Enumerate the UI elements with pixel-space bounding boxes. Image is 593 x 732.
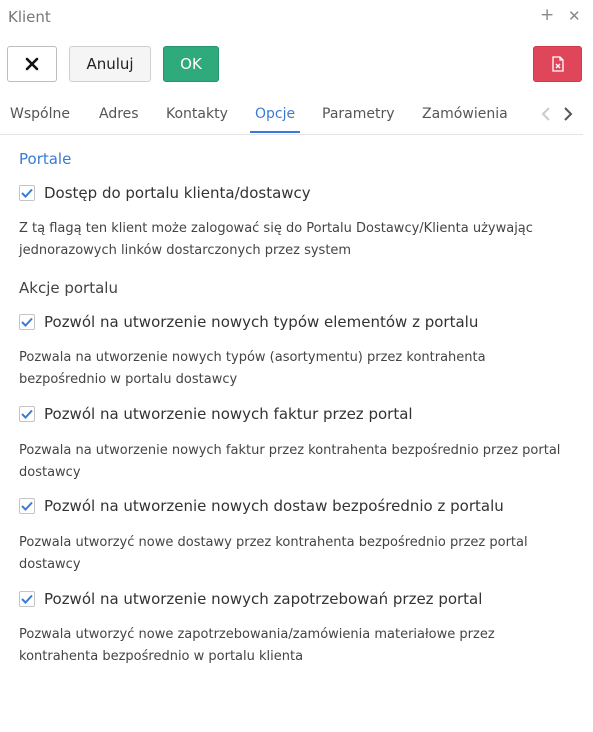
portal-access-description: Z tą flagą ten klient może zalogować się… (19, 221, 533, 258)
active-tab-indicator (250, 131, 300, 133)
window-title: Klient (8, 8, 51, 26)
close-x-icon (25, 57, 39, 71)
tab-kontakty[interactable]: Kontakty (166, 106, 228, 122)
checkbox[interactable] (19, 406, 35, 422)
section-title-akcje-portalu: Akcje portalu (19, 279, 118, 297)
cancel-button[interactable]: Anuluj (69, 46, 151, 82)
tab-scroll-right-icon[interactable] (563, 106, 573, 126)
tab-parametry[interactable]: Parametry (322, 106, 395, 122)
tab-bar: Wspólne Adres Kontakty Opcje Parametry Z… (0, 100, 583, 135)
tab-opcje[interactable]: Opcje (255, 106, 295, 122)
close-icon[interactable]: ✕ (568, 6, 581, 26)
delete-document-button[interactable] (533, 46, 582, 82)
allow-new-requisitions-description: Pozwala utworzyć nowe zapotrzebowania/za… (19, 627, 495, 664)
allow-new-requisitions-checkbox-row[interactable]: Pozwól na utworzenie nowych zapotrzebowa… (19, 588, 482, 610)
checkbox-label: Pozwól na utworzenie nowych dostaw bezpo… (44, 497, 504, 515)
allow-new-deliveries-description: Pozwala utworzyć nowe dostawy przez kont… (19, 535, 528, 572)
allow-new-item-types-checkbox-row[interactable]: Pozwól na utworzenie nowych typów elemen… (19, 311, 478, 333)
tab-scroll-left-icon[interactable] (541, 106, 551, 126)
checkbox-label: Pozwól na utworzenie nowych zapotrzebowa… (44, 590, 483, 608)
tab-adres[interactable]: Adres (99, 106, 139, 122)
allow-new-item-types-description: Pozwala na utworzenie nowych typów (asor… (19, 350, 486, 387)
delete-document-icon (551, 56, 564, 72)
close-button[interactable] (7, 46, 57, 82)
check-icon (21, 188, 33, 198)
checkbox[interactable] (19, 498, 35, 514)
check-icon (21, 594, 33, 604)
check-icon (21, 317, 33, 327)
checkbox[interactable] (19, 185, 35, 201)
checkbox[interactable] (19, 314, 35, 330)
checkbox[interactable] (19, 591, 35, 607)
checkbox-label: Pozwól na utworzenie nowych typów elemen… (44, 313, 479, 331)
checkbox-label: Pozwól na utworzenie nowych faktur przez… (44, 405, 413, 423)
tab-wspolne[interactable]: Wspólne (10, 106, 70, 122)
window-titlebar: Klient + ✕ (0, 0, 593, 34)
tab-zamowienia[interactable]: Zamówienia (422, 106, 508, 122)
allow-new-invoices-description: Pozwala na utworzenie nowych faktur prze… (19, 443, 561, 480)
check-icon (21, 409, 33, 419)
allow-new-invoices-checkbox-row[interactable]: Pozwól na utworzenie nowych faktur przez… (19, 403, 413, 425)
ok-button[interactable]: OK (163, 46, 219, 82)
toolbar: Anuluj OK (0, 46, 593, 84)
allow-new-deliveries-checkbox-row[interactable]: Pozwól na utworzenie nowych dostaw bezpo… (19, 495, 504, 517)
expand-icon[interactable]: + (540, 5, 554, 25)
section-title-portale: Portale (19, 150, 72, 168)
check-icon (21, 501, 33, 511)
portal-access-checkbox-row[interactable]: Dostęp do portalu klienta/dostawcy (19, 182, 311, 204)
checkbox-label: Dostęp do portalu klienta/dostawcy (44, 184, 311, 202)
